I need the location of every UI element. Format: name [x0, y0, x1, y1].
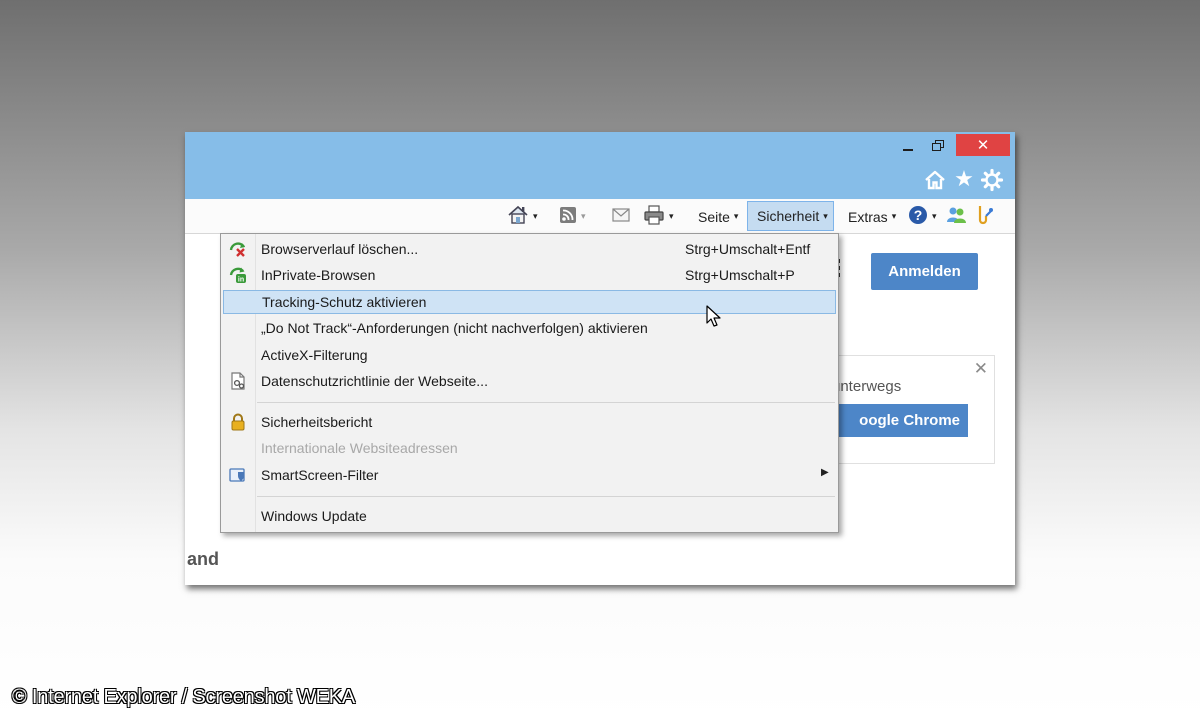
promo-text: unterwegs [832, 378, 902, 395]
chevron-down-icon: ▾ [823, 210, 828, 221]
mouse-cursor-icon [706, 305, 724, 329]
menu-separator [257, 496, 835, 497]
close-icon: ✕ [976, 135, 990, 154]
chevron-down-icon: ▾ [932, 211, 937, 222]
chevron-down-icon: ▾ [733, 211, 739, 221]
command-bar: ▾ ▾ ▾ Seite ▾ Sicherheit ▾ Extras ▾ ? ▾ [185, 199, 1015, 234]
close-icon[interactable]: ✕ [974, 359, 988, 379]
menu-item-privacy-policy[interactable]: Datenschutzrichtlinie der Webseite... [223, 369, 836, 393]
svg-text:in: in [238, 277, 244, 284]
menu-item-delete-history[interactable]: Browserverlauf löschen... Strg+Umschalt+… [223, 237, 836, 261]
rss-feed-icon [559, 206, 577, 228]
menu-item-label: InPrivate-Browsen [261, 267, 376, 283]
minimize-button[interactable] [896, 134, 920, 156]
svg-text:?: ? [914, 207, 923, 223]
menu-item-label: Sicherheitsbericht [261, 414, 373, 430]
chevron-down-icon: ▾ [891, 211, 897, 221]
print-dropdown[interactable]: ▾ [643, 203, 674, 230]
menu-item-label: SmartScreen-Filter [261, 467, 379, 483]
menu-item-label: Tracking-Schutz aktivieren [262, 294, 427, 310]
close-button[interactable]: ✕ [956, 134, 1010, 156]
page-text-fragment: and [187, 549, 220, 569]
page-menu[interactable]: Seite ▾ [698, 203, 738, 230]
favorites-bar: ★ [923, 168, 1013, 192]
restore-button[interactable] [925, 134, 951, 156]
menu-item-label: ActiveX-Filterung [261, 347, 368, 363]
help-icon: ? [908, 205, 928, 229]
menu-item-label: Browserverlauf löschen... [261, 241, 419, 257]
minimize-icon [903, 149, 913, 151]
page-menu-label: Seite [698, 208, 730, 225]
home-dropdown[interactable]: ▾ [507, 203, 538, 230]
feeds-dropdown[interactable]: ▾ [559, 203, 586, 230]
menu-item-shortcut: Strg+Umschalt+P [685, 267, 795, 283]
gear-icon[interactable] [980, 168, 1004, 192]
developer-tools-button[interactable] [974, 203, 994, 230]
safety-menu[interactable]: Sicherheit ▾ [747, 201, 834, 231]
menu-item-international-addresses: Internationale Websiteadressen [223, 436, 836, 460]
menu-item-inprivate[interactable]: in InPrivate-Browsen Strg+Umschalt+P [223, 263, 836, 287]
home-page-icon [507, 204, 529, 230]
restore-icon [932, 139, 944, 151]
title-bar: ✕ ★ [185, 132, 1015, 199]
safety-menu-label: Sicherheit [757, 208, 820, 224]
smartscreen-icon [229, 466, 247, 484]
read-mail-button[interactable] [612, 203, 630, 230]
login-button[interactable]: Anmelden [871, 253, 978, 290]
image-credit: © Internet Explorer / Screenshot WEKA [12, 686, 356, 708]
menu-item-do-not-track[interactable]: „Do Not Track“-Anforderungen (nicht nach… [223, 316, 836, 340]
safety-dropdown-menu: Browserverlauf löschen... Strg+Umschalt+… [220, 233, 839, 533]
menu-separator [257, 402, 835, 403]
menu-item-label: Internationale Websiteadressen [261, 440, 458, 456]
menu-item-label: Windows Update [261, 508, 367, 524]
messenger-icon [946, 205, 968, 229]
messenger-button[interactable] [946, 203, 968, 230]
mail-icon [612, 207, 630, 226]
submenu-arrow-icon: ▶ [821, 467, 829, 478]
home-icon[interactable] [923, 168, 947, 192]
menu-item-security-report[interactable]: Sicherheitsbericht [223, 410, 836, 434]
menu-item-tracking-protection[interactable]: Tracking-Schutz aktivieren [223, 290, 836, 314]
privacy-policy-icon [229, 372, 247, 390]
menu-item-shortcut: Strg+Umschalt+Entf [685, 241, 811, 257]
printer-icon [643, 204, 665, 229]
menu-item-label: „Do Not Track“-Anforderungen (nicht nach… [261, 320, 648, 336]
chevron-down-icon: ▾ [581, 211, 586, 222]
menu-item-activex-filtering[interactable]: ActiveX-Filterung [223, 343, 836, 367]
chevron-down-icon: ▾ [669, 211, 674, 222]
help-dropdown[interactable]: ? ▾ [908, 203, 937, 230]
favorites-star-icon[interactable]: ★ [952, 168, 976, 192]
tools-menu[interactable]: Extras ▾ [848, 203, 896, 230]
delete-history-icon [229, 240, 247, 258]
menu-item-smartscreen-filter[interactable]: SmartScreen-Filter ▶ [223, 463, 836, 487]
lock-icon [229, 413, 247, 431]
inprivate-icon: in [229, 266, 247, 284]
chevron-down-icon: ▾ [533, 211, 538, 222]
tools-menu-label: Extras [848, 208, 888, 225]
menu-item-label: Datenschutzrichtlinie der Webseite... [261, 373, 488, 389]
menu-item-windows-update[interactable]: Windows Update [223, 504, 836, 528]
chrome-download-button[interactable]: oogle Chrome [832, 404, 968, 437]
research-icon [974, 204, 994, 230]
